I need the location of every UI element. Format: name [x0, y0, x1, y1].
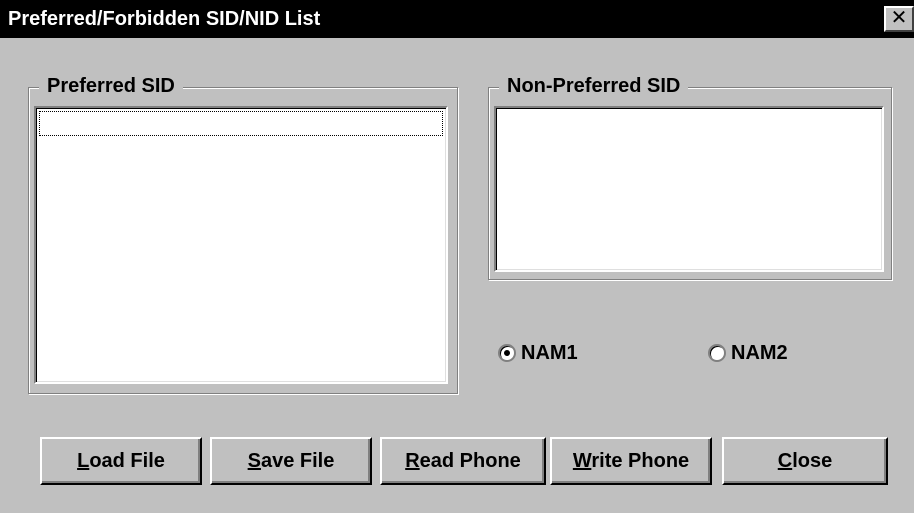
load-file-button[interactable]: Load File [40, 437, 202, 485]
save-file-button[interactable]: Save File [210, 437, 372, 485]
write-phone-button[interactable]: Write Phone [550, 437, 712, 485]
close-icon[interactable]: ✕ [884, 6, 914, 32]
preferred-sid-label: Preferred SID [39, 74, 183, 98]
nam1-label: NAM1 [521, 341, 578, 364]
nam2-label: NAM2 [731, 341, 788, 364]
radio-selected-icon [498, 344, 516, 362]
title-bar: Preferred/Forbidden SID/NID List ✕ [0, 0, 914, 38]
nam1-radio[interactable]: NAM1 [498, 339, 578, 367]
close-button[interactable]: Close [722, 437, 888, 485]
read-phone-button[interactable]: Read Phone [380, 437, 546, 485]
non-preferred-sid-list[interactable] [494, 106, 884, 272]
focused-list-item[interactable] [39, 111, 443, 136]
preferred-sid-list[interactable] [34, 106, 448, 384]
window-title: Preferred/Forbidden SID/NID List [8, 8, 321, 30]
radio-unselected-icon [708, 344, 726, 362]
non-preferred-sid-label: Non-Preferred SID [499, 74, 689, 98]
nam2-radio[interactable]: NAM2 [708, 339, 788, 367]
